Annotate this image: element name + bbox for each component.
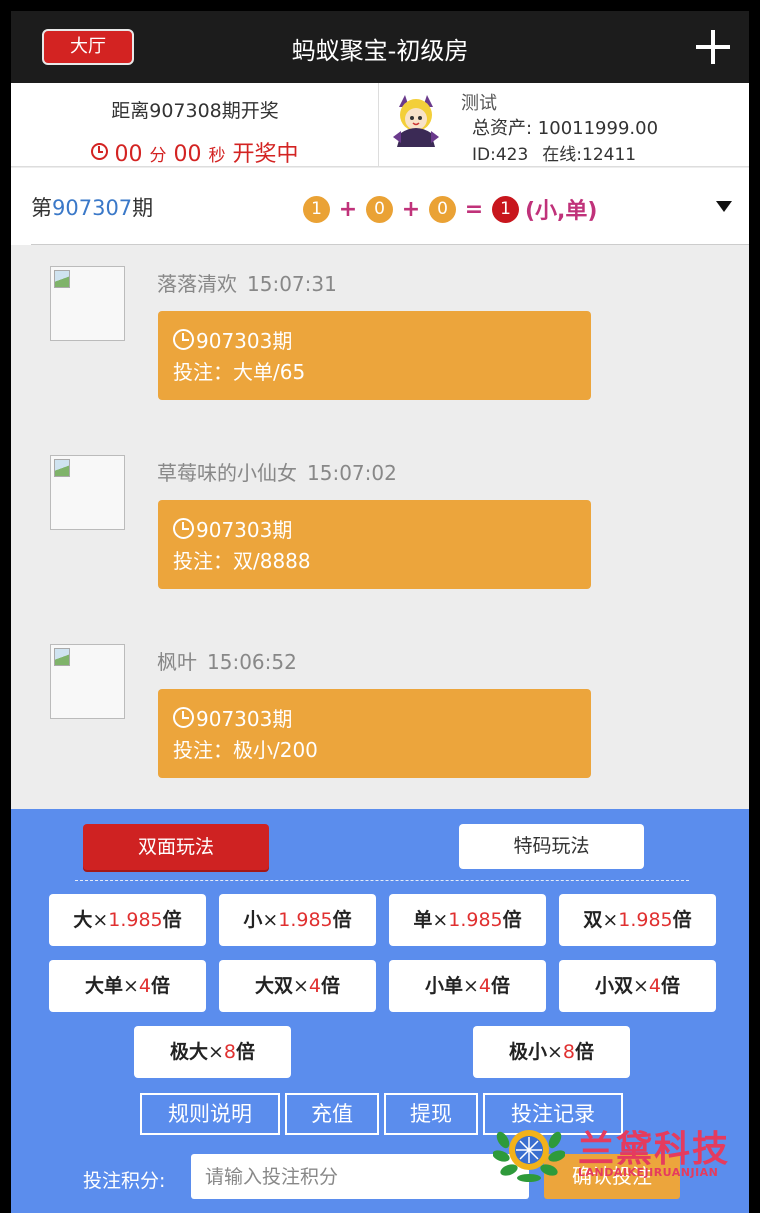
chat-message: 草莓味的小仙女 15:07:02 907303期 投注：双/8888 xyxy=(11,455,749,605)
message-bubble: 907303期 投注：极小/200 xyxy=(158,689,591,778)
points-input[interactable] xyxy=(191,1154,529,1199)
bubble-issue: 907303期 xyxy=(173,514,292,543)
clock-icon xyxy=(173,329,194,350)
period-suffix: 期 xyxy=(132,196,154,220)
message-time: 15:06:52 xyxy=(207,650,297,674)
deposit-button[interactable]: 充值 xyxy=(285,1093,379,1135)
bubble-bet: 投注：双/8888 xyxy=(173,549,311,573)
bet-option-small-odd[interactable]: 小单×4倍 xyxy=(389,960,546,1012)
message-time: 15:07:31 xyxy=(247,272,337,296)
broken-image-icon xyxy=(50,644,125,719)
page-title: 蚂蚁聚宝-初级房 xyxy=(291,37,469,65)
period-number: 907307 xyxy=(52,196,133,220)
result-formula: 1 + 0 + 0 = 1 (小,单) xyxy=(303,193,597,225)
bubble-issue-text: 907303期 xyxy=(196,707,293,731)
bet-option-small[interactable]: 小×1.985倍 xyxy=(219,894,376,946)
chat-message: 落落清欢 15:07:31 907303期 投注：大单/65 xyxy=(11,266,749,416)
message-user: 落落清欢 xyxy=(157,272,237,296)
message-user: 草莓味的小仙女 xyxy=(157,461,297,485)
result-ball-2: 0 xyxy=(366,195,393,223)
message-meta: 枫叶 15:06:52 xyxy=(157,646,297,675)
watermark-subtext: LANDAIKEJIRUANJIAN xyxy=(578,1166,719,1179)
period-label: 第907307期 xyxy=(31,192,153,222)
message-time: 15:07:02 xyxy=(307,461,397,485)
draw-timer: 00 分 00 秒 开奖中 xyxy=(11,136,379,168)
bubble-issue-text: 907303期 xyxy=(196,329,293,353)
plus-sign: + xyxy=(338,196,358,222)
timer-seconds-unit: 秒 xyxy=(208,146,226,166)
bubble-bet: 投注：极小/200 xyxy=(173,738,318,762)
bet-option-extreme-big[interactable]: 极大×8倍 xyxy=(134,1026,291,1078)
clock-icon xyxy=(173,707,194,728)
user-name: 测试 xyxy=(461,93,497,114)
result-sum: 1 xyxy=(492,195,519,223)
broken-image-icon xyxy=(50,266,125,341)
clock-icon xyxy=(91,143,109,160)
divider xyxy=(31,244,749,245)
bet-option-big-odd[interactable]: 大单×4倍 xyxy=(49,960,206,1012)
timer-seconds: 00 xyxy=(173,142,202,167)
countdown-box: 距离907308期开奖 00 分 00 秒 开奖中 xyxy=(11,83,379,167)
bet-option-big-even[interactable]: 大双×4倍 xyxy=(219,960,376,1012)
result-ball-3: 0 xyxy=(429,195,456,223)
divider xyxy=(75,880,689,881)
message-bubble: 907303期 投注：大单/65 xyxy=(158,311,591,400)
timer-minutes-unit: 分 xyxy=(149,146,167,166)
bubble-issue: 907303期 xyxy=(173,325,292,354)
user-ids: ID:423 在线:12411 xyxy=(472,140,650,165)
plus-sign: + xyxy=(401,196,421,222)
bet-option-even[interactable]: 双×1.985倍 xyxy=(559,894,716,946)
watermark-text: 兰黛科技 xyxy=(578,1129,731,1170)
result-bar[interactable]: 第907307期 1 + 0 + 0 = 1 (小,单) xyxy=(11,168,749,245)
result-ball-1: 1 xyxy=(303,195,330,223)
caret-down-icon[interactable] xyxy=(716,201,732,212)
message-user: 枫叶 xyxy=(157,650,197,674)
user-assets: 总资产: 10011999.00 xyxy=(472,118,659,139)
tab-dual-mode[interactable]: 双面玩法 xyxy=(83,824,269,870)
bet-option-big[interactable]: 大×1.985倍 xyxy=(49,894,206,946)
broken-image-icon xyxy=(50,455,125,530)
period-prefix: 第 xyxy=(31,196,52,220)
message-meta: 草莓味的小仙女 15:07:02 xyxy=(157,457,397,486)
withdraw-button[interactable]: 提现 xyxy=(384,1093,478,1135)
user-id: ID:423 xyxy=(472,145,529,165)
timer-minutes: 00 xyxy=(114,142,143,167)
message-meta: 落落清欢 15:07:31 xyxy=(157,268,337,297)
rules-button[interactable]: 规则说明 xyxy=(140,1093,280,1135)
bet-option-extreme-small[interactable]: 极小×8倍 xyxy=(473,1026,630,1078)
bubble-issue-text: 907303期 xyxy=(196,518,293,542)
message-bubble: 907303期 投注：双/8888 xyxy=(158,500,591,589)
bet-option-odd[interactable]: 单×1.985倍 xyxy=(389,894,546,946)
online-count: 在线:12411 xyxy=(542,145,637,165)
info-bar: 距离907308期开奖 00 分 00 秒 开奖中 测试 总资产: 100119… xyxy=(11,83,749,167)
result-tag: (小,单) xyxy=(525,199,598,224)
plus-icon[interactable] xyxy=(696,30,730,64)
app-frame: 大厅 蚂蚁聚宝-初级房 距离907308期开奖 00 分 00 秒 开奖中 测试… xyxy=(11,11,749,1213)
next-draw-label: 距离907308期开奖 xyxy=(111,100,279,122)
chat-message: 枫叶 15:06:52 907303期 投注：极小/200 xyxy=(11,644,749,794)
points-label: 投注积分: xyxy=(83,1170,166,1192)
bubble-bet: 投注：大单/65 xyxy=(173,360,306,384)
watermark-logo xyxy=(493,1130,565,1182)
clock-icon xyxy=(173,518,194,539)
draw-status: 开奖中 xyxy=(232,142,299,167)
avatar[interactable] xyxy=(389,93,443,149)
bet-option-small-even[interactable]: 小双×4倍 xyxy=(559,960,716,1012)
equals-sign: = xyxy=(464,196,484,222)
tab-special-mode[interactable]: 特码玩法 xyxy=(459,824,644,869)
bubble-issue: 907303期 xyxy=(173,703,292,732)
top-bar: 大厅 蚂蚁聚宝-初级房 xyxy=(11,11,749,83)
